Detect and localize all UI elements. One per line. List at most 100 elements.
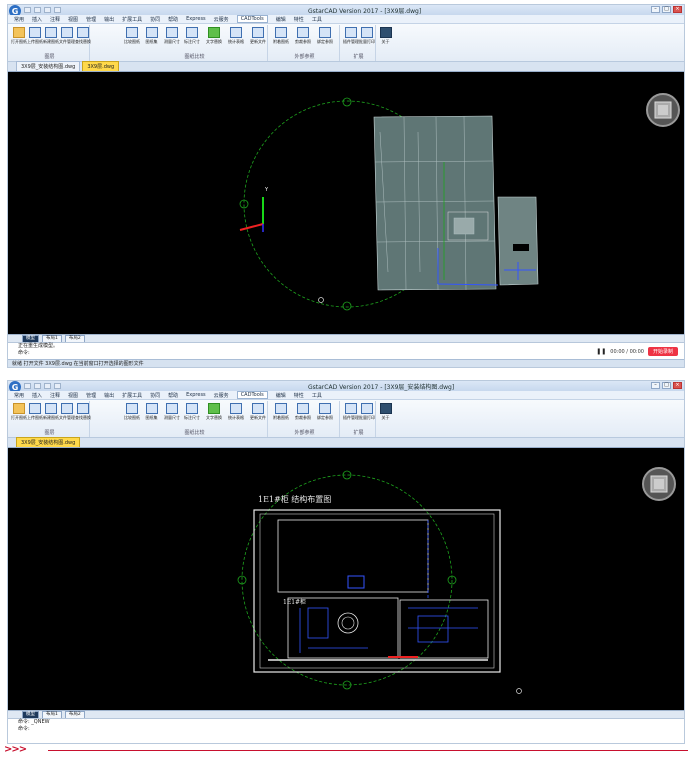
new-drawing-button[interactable]: 新建图纸: [43, 403, 59, 425]
menu-tab[interactable]: 输出: [104, 16, 114, 23]
menu-tab[interactable]: 插入: [32, 392, 42, 399]
about-button[interactable]: 关于: [378, 403, 393, 425]
command-line[interactable]: 正在重生成模型。 命令: ❚❚ 00:00 / 00:00 开始录制: [8, 342, 684, 359]
open-drawing-button[interactable]: 打开图纸: [11, 27, 27, 49]
menu-tab[interactable]: 工具: [312, 16, 322, 23]
menu-tab[interactable]: 常用: [14, 16, 24, 23]
find-replace-button[interactable]: 查找替换: [75, 403, 91, 425]
plugin-button[interactable]: 插件管理: [343, 403, 359, 425]
open-drawing-button[interactable]: 打开图纸: [11, 403, 27, 425]
clip-button[interactable]: 剪裁参照: [295, 403, 311, 425]
dimension-button[interactable]: 标注尺寸: [184, 27, 200, 49]
file-manager-button[interactable]: 文件管理: [59, 403, 75, 425]
menu-tab[interactable]: 帮助: [168, 392, 178, 399]
menu-tab[interactable]: 视图: [68, 16, 78, 23]
quick-open-icon[interactable]: [34, 383, 41, 389]
update-file-button[interactable]: 更新文件: [250, 27, 266, 49]
bind-button[interactable]: 绑定参照: [317, 403, 333, 425]
text-replace-button[interactable]: 文字替换: [206, 27, 222, 49]
menu-tab-active[interactable]: CADTools: [236, 391, 268, 399]
menu-tab-active[interactable]: CADTools: [236, 15, 268, 23]
menu-tab[interactable]: 视图: [68, 392, 78, 399]
menu-tab[interactable]: 输出: [104, 392, 114, 399]
menu-tab[interactable]: 云服务: [214, 392, 229, 399]
bind-button[interactable]: 绑定参照: [317, 27, 333, 49]
minimize-button[interactable]: –: [651, 382, 660, 389]
menu-tab[interactable]: 管理: [86, 16, 96, 23]
quick-save-icon[interactable]: [44, 7, 51, 13]
upload-drawing-button[interactable]: 上传图纸: [27, 403, 43, 425]
menu-tab[interactable]: 特性: [294, 392, 304, 399]
doc-tab[interactable]: 3X9层_安装结构图.dwg: [16, 61, 81, 71]
clip-button[interactable]: 剪裁参照: [295, 27, 311, 49]
close-button[interactable]: ×: [673, 382, 682, 389]
menu-tab[interactable]: 编辑: [276, 16, 286, 23]
quick-new-icon[interactable]: [24, 7, 31, 13]
menu-tab[interactable]: Express: [186, 16, 206, 22]
orbit-handle-bottom[interactable]: [342, 301, 352, 311]
stats-table-button[interactable]: 统计表格: [228, 403, 244, 425]
viewcube-navigator[interactable]: [642, 467, 676, 501]
measure-button[interactable]: 测量尺寸: [164, 27, 180, 49]
stats-table-button[interactable]: 统计表格: [228, 27, 244, 49]
plugin-button[interactable]: 插件管理: [343, 27, 359, 49]
menu-tab[interactable]: 云服务: [214, 16, 229, 23]
record-button[interactable]: 开始录制: [647, 347, 678, 356]
menu-tab[interactable]: 管理: [86, 392, 96, 399]
attach-button[interactable]: 附着图纸: [273, 27, 289, 49]
find-replace-button[interactable]: 查找替换: [75, 27, 91, 49]
upload-drawing-button[interactable]: 上传图纸: [27, 27, 43, 49]
command-line[interactable]: 命令: _QNEW 命令:: [8, 718, 684, 743]
compare-icon: [125, 27, 138, 38]
close-button[interactable]: ×: [673, 6, 682, 13]
attach-button[interactable]: 附着图纸: [273, 403, 289, 425]
about-button[interactable]: 关于: [378, 27, 393, 49]
compare-button[interactable]: 比较图纸: [124, 27, 140, 49]
quick-new-icon[interactable]: [24, 383, 31, 389]
menu-tab[interactable]: Express: [186, 392, 206, 398]
maximize-button[interactable]: □: [662, 6, 671, 13]
sheet-set-button[interactable]: 图纸集: [144, 403, 159, 425]
text-replace-button[interactable]: 文字替换: [206, 403, 222, 425]
menu-tab[interactable]: 插入: [32, 16, 42, 23]
batch-print-button[interactable]: 批量打印: [359, 27, 375, 49]
new-drawing-button[interactable]: 新建图纸: [43, 27, 59, 49]
menu-tab[interactable]: 注释: [50, 16, 60, 23]
batch-print-button[interactable]: 批量打印: [359, 403, 375, 425]
menu-tab[interactable]: 帮助: [168, 16, 178, 23]
quick-save-icon[interactable]: [44, 383, 51, 389]
orbit-handle-top[interactable]: [342, 97, 352, 107]
compare-button[interactable]: 比较图纸: [124, 403, 140, 425]
menu-tab[interactable]: 扩展工具: [122, 392, 142, 399]
command-prompt[interactable]: 命令:: [18, 726, 684, 733]
minimize-button[interactable]: –: [651, 6, 660, 13]
file-manager-button[interactable]: 文件管理: [59, 27, 75, 49]
menu-tab[interactable]: 注释: [50, 392, 60, 399]
viewcube-navigator[interactable]: [646, 93, 680, 127]
maximize-button[interactable]: □: [662, 382, 671, 389]
drawing-canvas[interactable]: 1E1#柜 结构布置图 1E1#柜: [8, 448, 684, 710]
print-icon: [360, 403, 373, 414]
doc-tab-active[interactable]: 3X9层.dwg: [82, 61, 120, 71]
quick-open-icon[interactable]: [34, 7, 41, 13]
menu-tab[interactable]: 协同: [150, 392, 160, 399]
menu-tab[interactable]: 协同: [150, 16, 160, 23]
stats-icon: [229, 27, 242, 38]
menu-tab[interactable]: 扩展工具: [122, 16, 142, 23]
menu-tab[interactable]: 工具: [312, 392, 322, 399]
dimension-button[interactable]: 标注尺寸: [184, 403, 200, 425]
menu-tab[interactable]: 特性: [294, 16, 304, 23]
menu-tab[interactable]: 常用: [14, 392, 24, 399]
quick-undo-icon[interactable]: [54, 383, 61, 389]
measure-button[interactable]: 测量尺寸: [164, 403, 180, 425]
doc-tab-active[interactable]: 3X9层_安装结构图.dwg: [16, 437, 81, 447]
command-prompt[interactable]: 命令:: [18, 350, 684, 357]
pause-icon[interactable]: ❚❚: [596, 348, 606, 355]
sheet-set-button[interactable]: 图纸集: [144, 27, 159, 49]
menu-tab[interactable]: 编辑: [276, 392, 286, 399]
cad-window-bottom: G GstarCAD Version 2017 - [3X9层_安装结构图.dw…: [7, 380, 685, 744]
ribbon-tab-bar: 常用 插入 注释 视图 管理 输出 扩展工具 协同 帮助 Express 云服务…: [8, 15, 684, 24]
update-file-button[interactable]: 更新文件: [250, 403, 266, 425]
quick-undo-icon[interactable]: [54, 7, 61, 13]
drawing-canvas[interactable]: Y: [8, 72, 684, 334]
